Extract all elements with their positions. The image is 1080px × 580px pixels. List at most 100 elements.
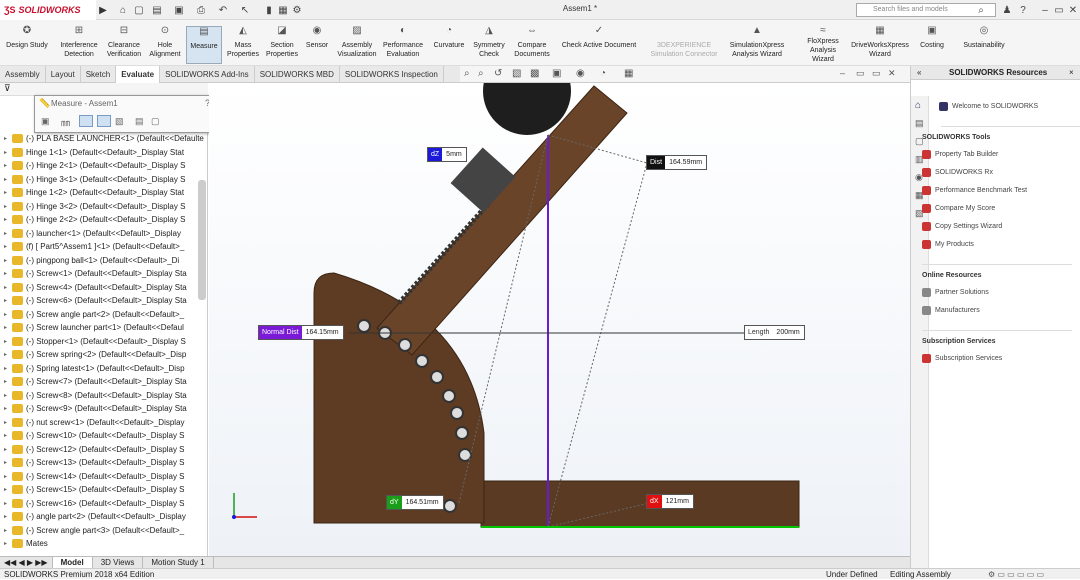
tree-item[interactable]: ▸ (-) Screw spring<2> (Default<<Default>_… [4, 348, 186, 361]
section-view-icon[interactable]: ▧ [512, 68, 521, 79]
cmd-symmetry[interactable]: ◮ Symmetry Check [470, 26, 508, 64]
expand-arrow-icon[interactable]: ▸ [4, 230, 12, 237]
length-measure-label[interactable]: Length 200mm [744, 325, 805, 340]
tree-item[interactable]: ▸ (-) Screw<15> (Default<<Default>_Displa… [4, 483, 185, 496]
tab-layout[interactable]: Layout [46, 66, 81, 83]
cmd-floxpress[interactable]: ≈ FloXpress Analysis Wizard [800, 26, 846, 64]
tree-item[interactable]: ▸ (-) Screw<1> (Default<<Default>_Display… [4, 267, 187, 280]
expand-arrow-icon[interactable]: ▸ [4, 311, 12, 318]
cmd-driveworksxpress[interactable]: ▦ DriveWorksXpress Wizard [848, 26, 912, 64]
expand-arrow-icon[interactable]: ▸ [4, 500, 12, 507]
tree-item[interactable]: ▸ (-) Hinge 3<2> (Default<<Default>_Displ… [4, 200, 185, 213]
panel-minimize-icon[interactable]: – [840, 68, 845, 78]
minimize-icon[interactable]: – [1038, 3, 1052, 17]
tree-item[interactable]: ▸ (-) Screw angle part<2> (Default<<Defau… [4, 308, 184, 321]
cmd-check-active-document[interactable]: ✓ Check Active Document [556, 26, 642, 64]
projection-icon[interactable]: ▧ [115, 116, 124, 127]
tab-mbd[interactable]: SOLIDWORKS MBD [255, 66, 340, 83]
filter-icon[interactable]: ⊽ [4, 83, 11, 94]
file-props-icon[interactable]: ▦ [276, 3, 290, 17]
expand-arrow-icon[interactable]: ▸ [4, 486, 12, 493]
tree-item[interactable]: ▸ (-) launcher<1> (Default<<Default>_Disp… [4, 227, 181, 240]
pane-close-icon[interactable]: × [1069, 66, 1074, 80]
expand-arrow-icon[interactable]: ▸ [4, 419, 12, 426]
expand-arrow-icon[interactable]: ▸ [4, 203, 12, 210]
home-icon[interactable]: ⌂ [116, 3, 130, 17]
online-manufacturers[interactable]: Manufacturers [922, 306, 980, 315]
tree-item[interactable]: ▸ (-) Screw<7> (Default<<Default>_Display… [4, 375, 187, 388]
tree-scrollbar[interactable] [198, 180, 206, 300]
tree-item[interactable]: ▸ (-) Screw launcher part<1> (Default<<De… [4, 321, 184, 334]
tree-item[interactable]: ▸ (-) Screw<14> (Default<<Default>_Displa… [4, 470, 185, 483]
zoom-fit-icon[interactable]: ⌕ [464, 68, 470, 79]
dist-measure-label[interactable]: Dist 164.59mm [646, 155, 708, 170]
close-icon[interactable]: ✕ [1066, 3, 1080, 17]
expand-arrow-icon[interactable]: ▸ [4, 216, 12, 223]
new-file-icon[interactable]: ▢ [132, 3, 146, 17]
expand-arrow-icon[interactable]: ▸ [4, 405, 12, 412]
zoom-area-icon[interactable]: ⌕ [478, 68, 484, 79]
tree-item[interactable]: ▸ (-) Screw<12> (Default<<Default>_Displa… [4, 443, 185, 456]
xyz-icon[interactable] [79, 115, 93, 127]
expand-arrow-icon[interactable]: ▸ [4, 257, 12, 264]
tab-inspection[interactable]: SOLIDWORKS Inspection [340, 66, 444, 83]
normal-dist-measure-label[interactable]: Normal Dist 164.15mm [258, 325, 344, 340]
home-tab-icon[interactable]: ⌂ [915, 100, 921, 111]
welcome-link[interactable]: Welcome to SOLIDWORKS [939, 102, 1038, 111]
search-icon[interactable]: ⌕ [974, 3, 988, 17]
expand-arrow-icon[interactable]: ▸ [4, 446, 12, 453]
tab-nav-arrows-icon[interactable]: ◀◀ ◀ ▶ ▶▶ [0, 557, 53, 568]
scene-icon[interactable]: ◔ [600, 68, 606, 79]
units-icon[interactable]: ㎜ [61, 116, 70, 129]
solidworks-logo[interactable]: ƷS SOLIDWORKS [0, 0, 96, 20]
undo-icon[interactable]: ↶ [216, 3, 230, 17]
tool-rx[interactable]: SOLIDWORKS Rx [922, 168, 993, 177]
expand-arrow-icon[interactable]: ▸ [4, 527, 12, 534]
expand-arrow-icon[interactable]: ▸ [4, 365, 12, 372]
tab-addins[interactable]: SOLIDWORKS Add-Ins [160, 66, 255, 83]
cmd-performance[interactable]: ◐ Performance Evaluation [380, 26, 426, 64]
previous-view-icon[interactable]: ↺ [494, 68, 502, 79]
hide-show-icon[interactable]: ◉ [576, 68, 585, 79]
dz-measure-label[interactable]: dZ 5mm [427, 147, 467, 162]
expand-arrow-icon[interactable]: ▸ [4, 189, 12, 196]
tab-evaluate[interactable]: Evaluate [116, 66, 161, 83]
online-partner[interactable]: Partner Solutions [922, 288, 989, 297]
tree-item[interactable]: ▸ (-) Hinge 2<1> (Default<<Default>_Displ… [4, 159, 185, 172]
view-orientation-icon[interactable]: ▩ [530, 68, 539, 79]
tree-item[interactable]: ▸ (-) Screw<8> (Default<<Default>_Display… [4, 389, 187, 402]
status-icons[interactable]: ⚙ ▭ ▭ ▭ ▭ ▭ [988, 569, 1044, 580]
cmd-mass[interactable]: ◭ Mass Properties [226, 26, 260, 64]
tree-item[interactable]: ▸ (-) nut screw<1> (Default<<Default>_Dis… [4, 416, 185, 429]
cmd-assembly[interactable]: ▨ Assembly Visualization [336, 26, 378, 64]
tree-item[interactable]: ▸ Mates [4, 537, 48, 550]
expand-arrow-icon[interactable]: ▸ [4, 149, 12, 156]
history-icon[interactable]: ▤ [135, 116, 144, 127]
expand-arrow-icon[interactable]: ▸ [4, 392, 12, 399]
tool-property-tab-builder[interactable]: Property Tab Builder [922, 150, 998, 159]
graphics-area[interactable]: dZ 5mm Dist 164.59mm Normal Dist 164.15mm L… [209, 83, 910, 556]
expand-arrow-icon[interactable]: ▸ [4, 135, 12, 142]
tree-item[interactable]: ▸ (-) Screw<4> (Default<<Default>_Display… [4, 281, 187, 294]
library-tab-icon[interactable]: ▤ [915, 118, 924, 129]
expand-arrow-icon[interactable]: ▸ [4, 540, 12, 547]
tree-item[interactable]: ▸ (-) Screw<9> (Default<<Default>_Display… [4, 402, 187, 415]
user-icon[interactable]: ♟ [1000, 3, 1014, 17]
tree-item[interactable]: ▸ (-) angle part<2> (Default<<Default>_Di… [4, 510, 186, 523]
tree-item[interactable]: ▸ (-) Hinge 2<2> (Default<<Default>_Displ… [4, 213, 185, 226]
tree-item[interactable]: ▸ (-) Screw angle part<3> (Default<<Defau… [4, 524, 184, 537]
expand-arrow-icon[interactable]: ▸ [4, 378, 12, 385]
help-icon[interactable]: ? [1016, 3, 1030, 17]
cmd-section[interactable]: ◪ Section Properties [264, 26, 300, 64]
subs-services[interactable]: Subscription Services [922, 354, 1002, 363]
tree-item[interactable]: ▸ (-) PLA BASE LAUNCHER<1> (Default<<Defa… [4, 132, 204, 145]
dy-measure-label[interactable]: dY 164.51mm [386, 495, 444, 510]
open-file-icon[interactable]: ▤ [150, 3, 164, 17]
tab-assembly[interactable]: Assembly [0, 66, 46, 83]
tab-motion-study[interactable]: Motion Study 1 [143, 557, 214, 568]
cmd-sustainability[interactable]: ◎ Sustainability [958, 26, 1010, 64]
view-settings-icon[interactable]: ▦ [624, 68, 633, 79]
tab-model[interactable]: Model [52, 557, 93, 568]
expand-arrow-icon[interactable]: ▸ [4, 284, 12, 291]
cmd-sensor[interactable]: ◉ Sensor [302, 26, 332, 64]
